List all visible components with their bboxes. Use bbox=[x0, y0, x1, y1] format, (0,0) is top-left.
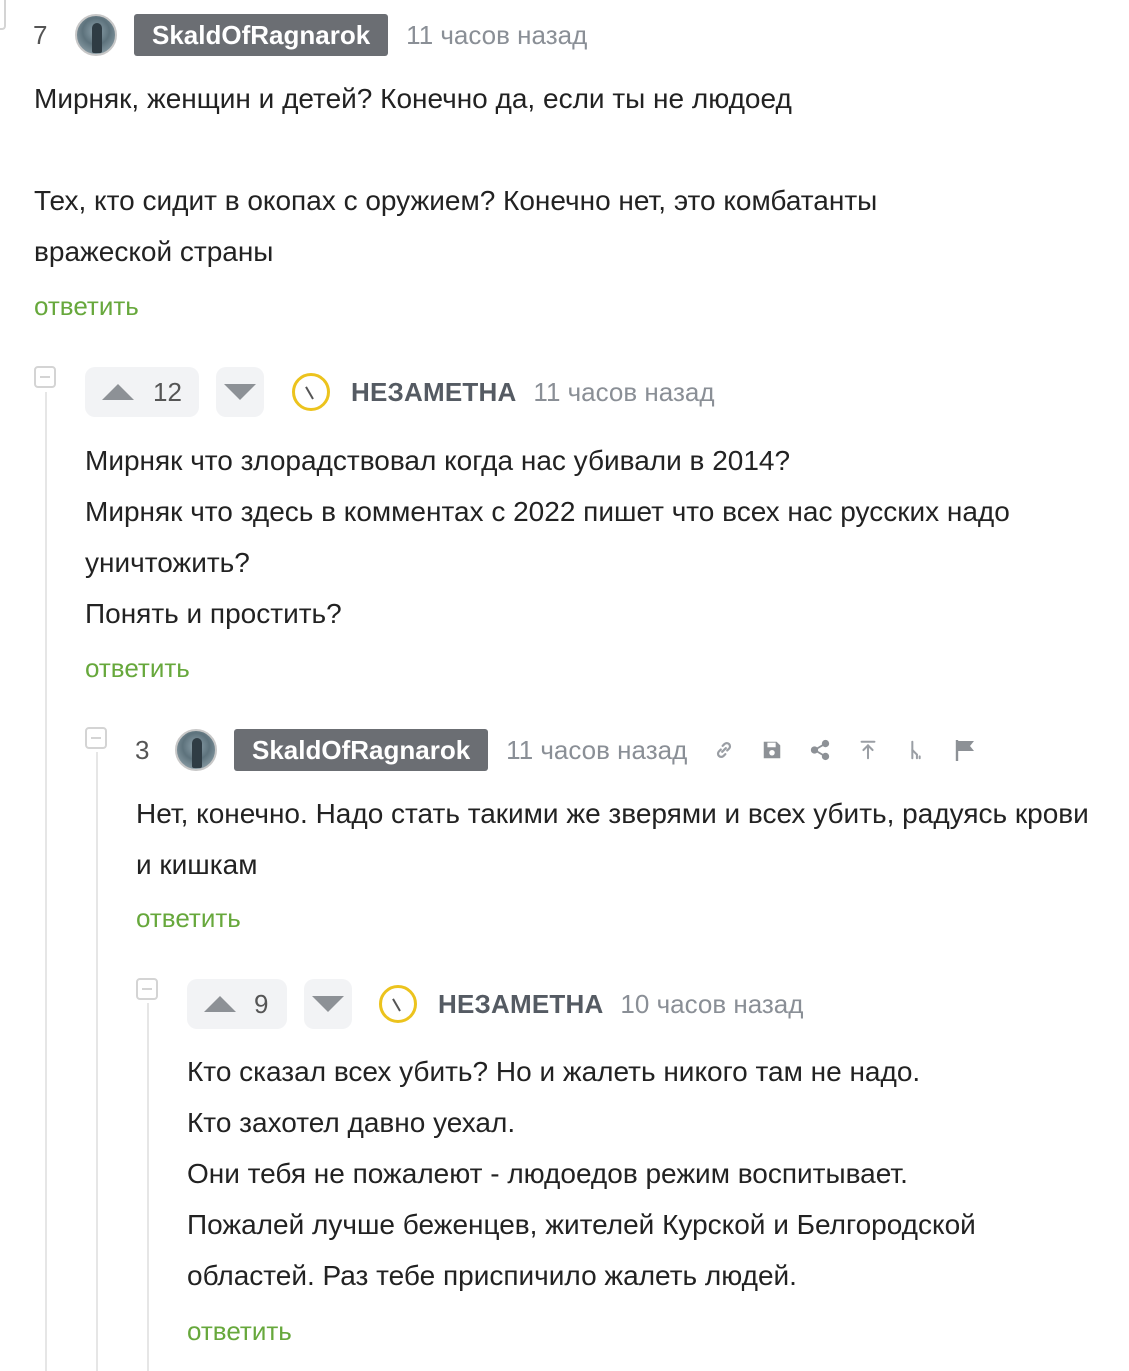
comment-paragraph: Мирняк что здесь в комментах с 2022 пише… bbox=[85, 496, 1010, 578]
avatar[interactable] bbox=[75, 14, 117, 56]
comment-header: 12 НЕЗАМЕТНА 11 часов назад bbox=[85, 366, 715, 418]
comment-actions bbox=[713, 738, 977, 762]
upvote-pill: 9 bbox=[187, 979, 287, 1029]
author-badge[interactable]: SkaldOfRagnarok bbox=[134, 14, 389, 56]
comment-paragraph: Они тебя не пожалеют - людоедов режим во… bbox=[187, 1158, 908, 1189]
comment-paragraph: Мирняк что злорадствовал когда нас убива… bbox=[85, 445, 791, 476]
comment-body: Нет, конечно. Надо стать такими же зверя… bbox=[136, 788, 1096, 890]
thread-line-level-2[interactable] bbox=[96, 752, 98, 1371]
author-name[interactable]: НЕЗАМЕТНА bbox=[351, 377, 516, 408]
downvote-icon[interactable] bbox=[224, 384, 256, 400]
save-icon[interactable] bbox=[761, 739, 783, 761]
comment-timestamp[interactable]: 11 часов назад bbox=[533, 377, 714, 408]
collapse-toggle[interactable] bbox=[136, 978, 158, 1000]
upvote-icon[interactable] bbox=[102, 384, 134, 400]
comment-timestamp[interactable]: 11 часов назад bbox=[506, 735, 687, 766]
report-flag-icon[interactable] bbox=[953, 738, 977, 762]
comment-body: Мирняк что злорадствовал когда нас убива… bbox=[85, 435, 1035, 639]
comment-body: Кто сказал всех убить? Но и жалеть никог… bbox=[187, 1046, 1077, 1301]
link-icon[interactable] bbox=[713, 739, 735, 761]
comment-paragraph: Кто сказал всех убить? Но и жалеть никог… bbox=[187, 1056, 921, 1087]
comment-paragraph: Нет, конечно. Надо стать такими же зверя… bbox=[136, 798, 1089, 880]
downvote-icon[interactable] bbox=[312, 996, 344, 1012]
upvote-pill: 12 bbox=[85, 367, 199, 417]
comment-paragraph: Понять и простить? bbox=[85, 598, 342, 629]
reply-link[interactable]: ответить bbox=[34, 291, 139, 322]
reply-link[interactable]: ответить bbox=[85, 653, 190, 684]
collapse-toggle[interactable] bbox=[34, 366, 56, 388]
avatar[interactable] bbox=[175, 729, 217, 771]
share-icon[interactable] bbox=[809, 739, 831, 761]
comment-rating: 9 bbox=[254, 988, 269, 1019]
comment-body: Мирняк, женщин и детей? Конечно да, если… bbox=[34, 73, 1104, 277]
comment-thread: 7 SkaldOfRagnarok 11 часов назад Мирняк,… bbox=[0, 0, 1129, 1371]
thread-line-level-1[interactable] bbox=[45, 392, 47, 1371]
collapse-toggle[interactable] bbox=[85, 727, 107, 749]
comment-paragraph: Пожалей лучше беженцев, жителей Курской … bbox=[187, 1209, 976, 1291]
thread-line-level-3[interactable] bbox=[147, 1003, 149, 1371]
avatar[interactable] bbox=[292, 373, 330, 411]
reply-link[interactable]: ответить bbox=[136, 903, 241, 934]
downvote-button[interactable] bbox=[304, 979, 352, 1029]
comment-rating: 7 bbox=[33, 19, 48, 50]
comment-paragraph bbox=[34, 124, 1104, 175]
comment-header: 9 НЕЗАМЕТНА 10 часов назад bbox=[187, 978, 803, 1030]
upvote-icon[interactable] bbox=[204, 996, 236, 1012]
thread-line-top[interactable] bbox=[0, 0, 6, 30]
comment-paragraph: Мирняк, женщин и детей? Конечно да, если… bbox=[34, 83, 792, 114]
comment-timestamp[interactable]: 10 часов назад bbox=[620, 989, 803, 1020]
author-name[interactable]: НЕЗАМЕТНА bbox=[438, 989, 603, 1020]
go-to-parent-icon[interactable] bbox=[857, 739, 879, 761]
comment-rating: 3 bbox=[135, 734, 150, 765]
downvote-button[interactable] bbox=[216, 367, 264, 417]
comment-paragraph: Тех, кто сидит в окопах с оружием? Конеч… bbox=[34, 185, 878, 267]
comment-rating: 12 bbox=[153, 376, 182, 407]
branch-icon[interactable] bbox=[905, 739, 927, 761]
comment-header: 3 SkaldOfRagnarok 11 часов назад bbox=[135, 727, 977, 773]
reply-link[interactable]: ответить bbox=[187, 1316, 292, 1347]
author-badge[interactable]: SkaldOfRagnarok bbox=[234, 729, 489, 771]
comment-paragraph: Кто захотел давно уехал. bbox=[187, 1107, 516, 1138]
comment-header: 7 SkaldOfRagnarok 11 часов назад bbox=[33, 12, 587, 58]
comment-timestamp[interactable]: 11 часов назад bbox=[406, 20, 587, 51]
avatar[interactable] bbox=[379, 985, 417, 1023]
